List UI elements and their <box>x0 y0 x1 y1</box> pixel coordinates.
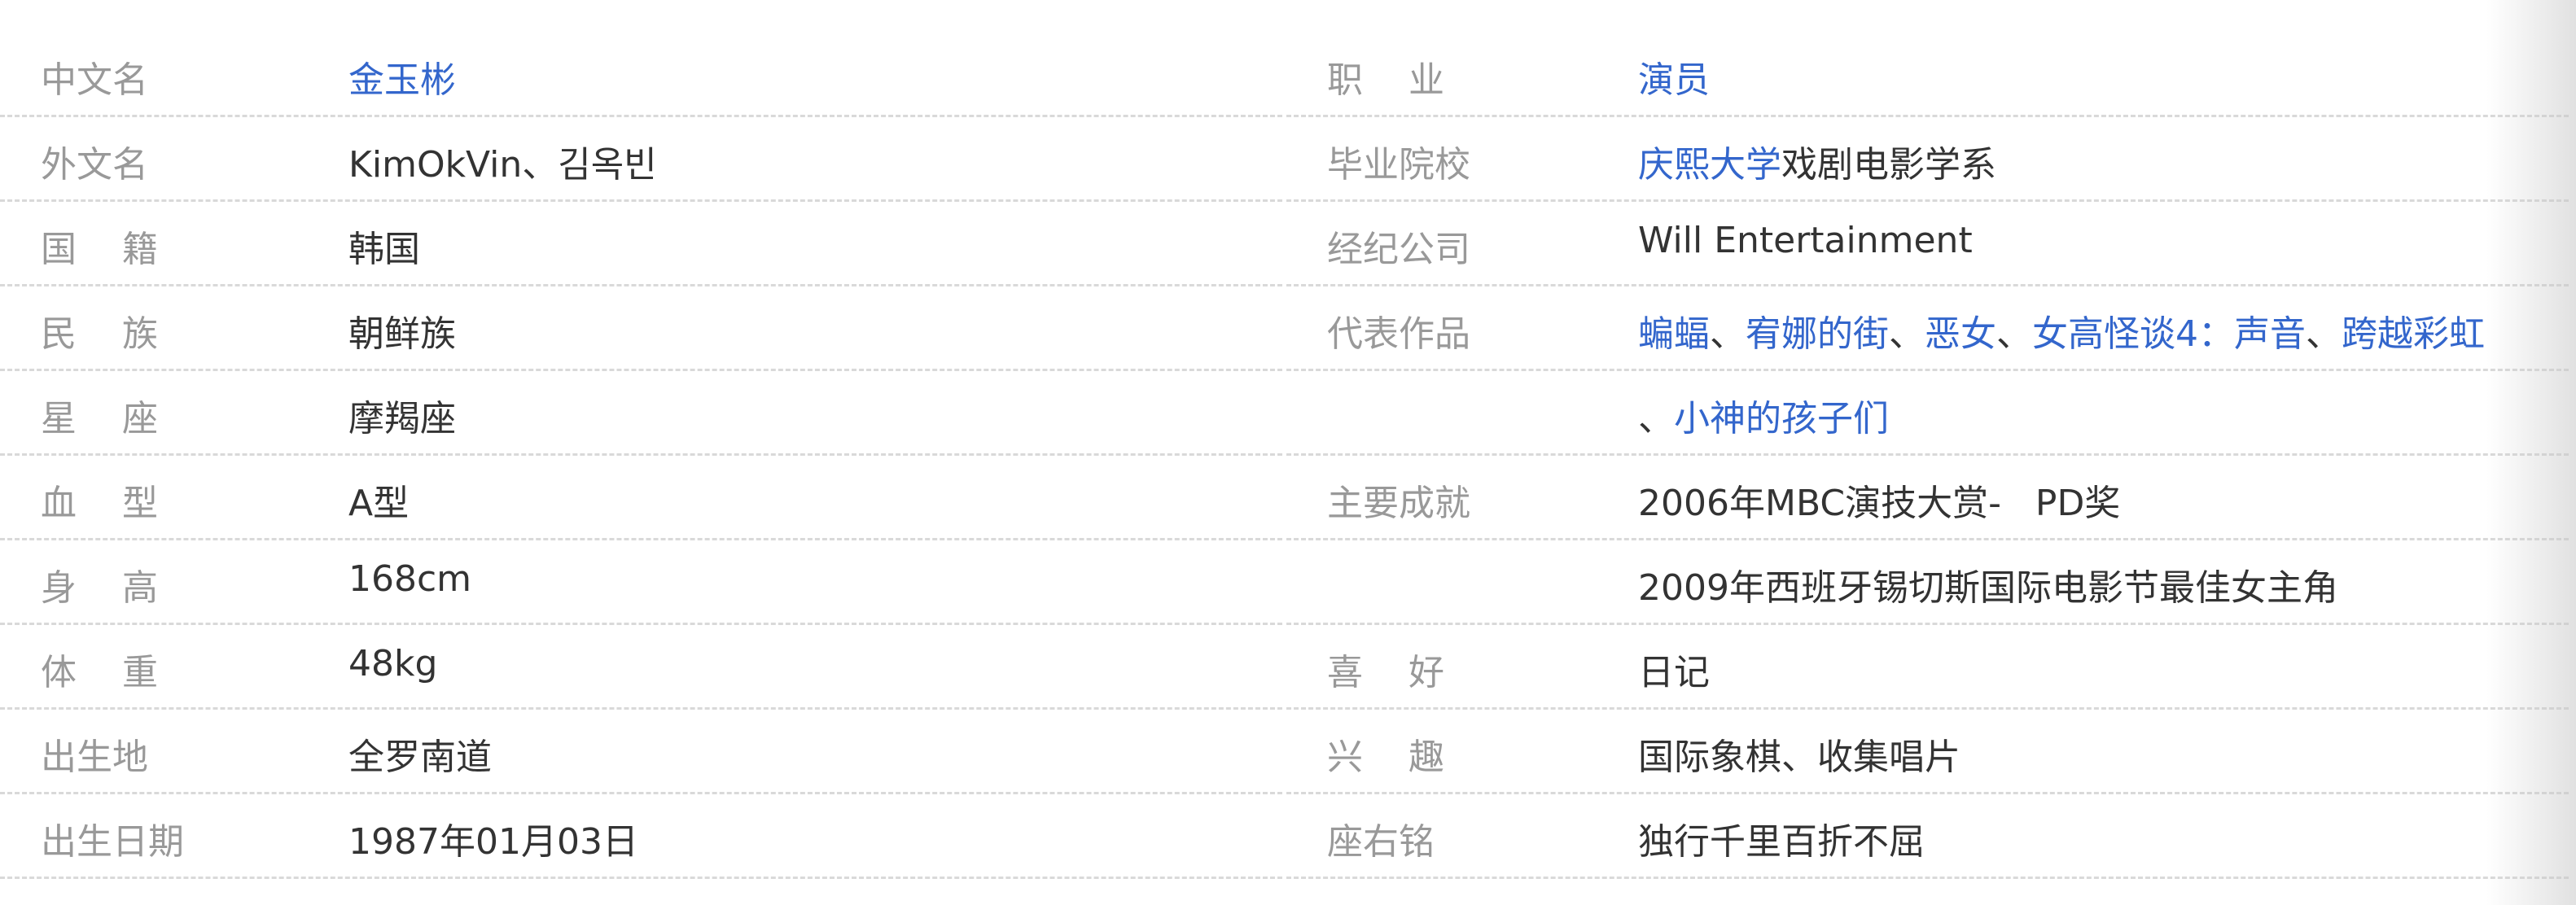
value-weight: 48kg <box>348 643 438 684</box>
info-row-blood-type: 血型 A型 <box>0 456 1282 540</box>
label-birth-date: 出生日期 <box>41 821 184 863</box>
value-blood-type: A型 <box>348 483 410 524</box>
info-row-birthplace: 出生地 全罗南道 <box>0 710 1282 794</box>
work-link[interactable]: 跨越彩虹 <box>2342 313 2485 355</box>
value-agency: Will Entertainment <box>1638 220 1973 261</box>
info-row-zodiac: 星座 摩羯座 <box>0 371 1282 456</box>
info-row-foreign-name: 外文名 KimOkVin、김옥빈 <box>0 117 1282 202</box>
info-row-hobby: 喜好 日记 <box>1286 625 2569 710</box>
value-height: 168cm <box>348 558 472 600</box>
work-link[interactable]: 小神的孩子们 <box>1674 398 1889 439</box>
work-separator: 、 <box>2306 313 2342 355</box>
label-school: 毕业院校 <box>1327 144 1470 186</box>
value-achievement-1: 2006年MBC演技大赏- PD奖 <box>1638 483 2121 524</box>
info-column-right: 职业 演员 毕业院校 庆熙大学戏剧电影学系 经纪公司 Will Entertai… <box>1286 33 2569 879</box>
label-nationality: 国籍 <box>41 229 204 270</box>
label-foreign-name: 外文名 <box>41 144 148 186</box>
label-ethnicity: 民族 <box>41 313 204 355</box>
work-link[interactable]: 蝙蝠 <box>1638 313 1710 355</box>
info-row-achievements-continued: 2009年西班牙锡切斯国际电影节最佳女主角 <box>1286 540 2569 625</box>
value-hobby: 日记 <box>1638 652 1710 693</box>
label-interest: 兴趣 <box>1327 737 1490 778</box>
value-interest: 国际象棋、收集唱片 <box>1638 737 1960 778</box>
label-agency: 经纪公司 <box>1327 229 1470 270</box>
label-birthplace: 出生地 <box>41 737 148 778</box>
label-zodiac: 星座 <box>41 398 204 439</box>
value-foreign-name: KimOkVin、김옥빈 <box>348 144 657 186</box>
label-occupation: 职业 <box>1327 59 1490 101</box>
label-height: 身高 <box>41 567 204 609</box>
label-blood-type: 血型 <box>41 483 204 524</box>
label-hobby: 喜好 <box>1327 652 1490 693</box>
value-nationality: 韩国 <box>348 229 420 270</box>
value-birth-date: 1987年01月03日 <box>348 821 638 863</box>
label-achievements: 主要成就 <box>1327 483 1470 524</box>
label-motto: 座右铭 <box>1327 821 1435 863</box>
label-works: 代表作品 <box>1327 313 1470 355</box>
info-row-achievements: 主要成就 2006年MBC演技大赏- PD奖 <box>1286 456 2569 540</box>
info-row-motto: 座右铭 独行千里百折不屈 <box>1286 794 2569 879</box>
info-row-birth-date: 出生日期 1987年01月03日 <box>0 794 1282 879</box>
info-row-chinese-name: 中文名 金玉彬 <box>0 33 1282 117</box>
value-school: 庆熙大学戏剧电影学系 <box>1638 135 1996 187</box>
school-link[interactable]: 庆熙大学 <box>1638 144 1781 186</box>
info-row-ethnicity: 民族 朝鲜族 <box>0 286 1282 371</box>
work-separator: 、 <box>1889 313 1925 355</box>
value-works-line1: 蝙蝠、宥娜的街、恶女、女高怪谈4：声音、跨越彩虹 <box>1638 304 2485 356</box>
work-link[interactable]: 宥娜的街 <box>1746 313 1889 355</box>
info-row-agency: 经纪公司 Will Entertainment <box>1286 202 2569 286</box>
value-birthplace: 全罗南道 <box>348 737 492 778</box>
info-row-works: 代表作品 蝙蝠、宥娜的街、恶女、女高怪谈4：声音、跨越彩虹 <box>1286 286 2569 371</box>
work-link[interactable]: 恶女 <box>1925 313 1996 355</box>
school-department: 戏剧电影学系 <box>1781 144 1996 186</box>
info-row-works-continued: 、小神的孩子们 <box>1286 371 2569 456</box>
info-row-height: 身高 168cm <box>0 540 1282 625</box>
info-row-occupation: 职业 演员 <box>1286 33 2569 117</box>
info-row-nationality: 国籍 韩国 <box>0 202 1282 286</box>
value-ethnicity: 朝鲜族 <box>348 313 456 355</box>
value-works-line2: 、小神的孩子们 <box>1638 389 1889 441</box>
value-chinese-name-link[interactable]: 金玉彬 <box>348 50 456 103</box>
work-separator: 、 <box>1638 398 1674 439</box>
info-row-weight: 体重 48kg <box>0 625 1282 710</box>
label-weight: 体重 <box>41 652 204 693</box>
value-occupation-link[interactable]: 演员 <box>1638 50 1710 103</box>
work-separator: 、 <box>1996 313 2032 355</box>
work-link[interactable]: 女高怪谈4：声音 <box>2032 313 2306 355</box>
value-achievement-2: 2009年西班牙锡切斯国际电影节最佳女主角 <box>1638 567 2338 609</box>
info-row-school: 毕业院校 庆熙大学戏剧电影学系 <box>1286 117 2569 202</box>
label-chinese-name: 中文名 <box>41 59 148 101</box>
value-motto: 独行千里百折不屈 <box>1638 821 1925 863</box>
info-row-interest: 兴趣 国际象棋、收集唱片 <box>1286 710 2569 794</box>
work-separator: 、 <box>1710 313 1746 355</box>
info-column-left: 中文名 金玉彬 外文名 KimOkVin、김옥빈 国籍 韩国 民族 朝鲜族 星座… <box>0 33 1282 879</box>
value-zodiac: 摩羯座 <box>348 398 456 439</box>
